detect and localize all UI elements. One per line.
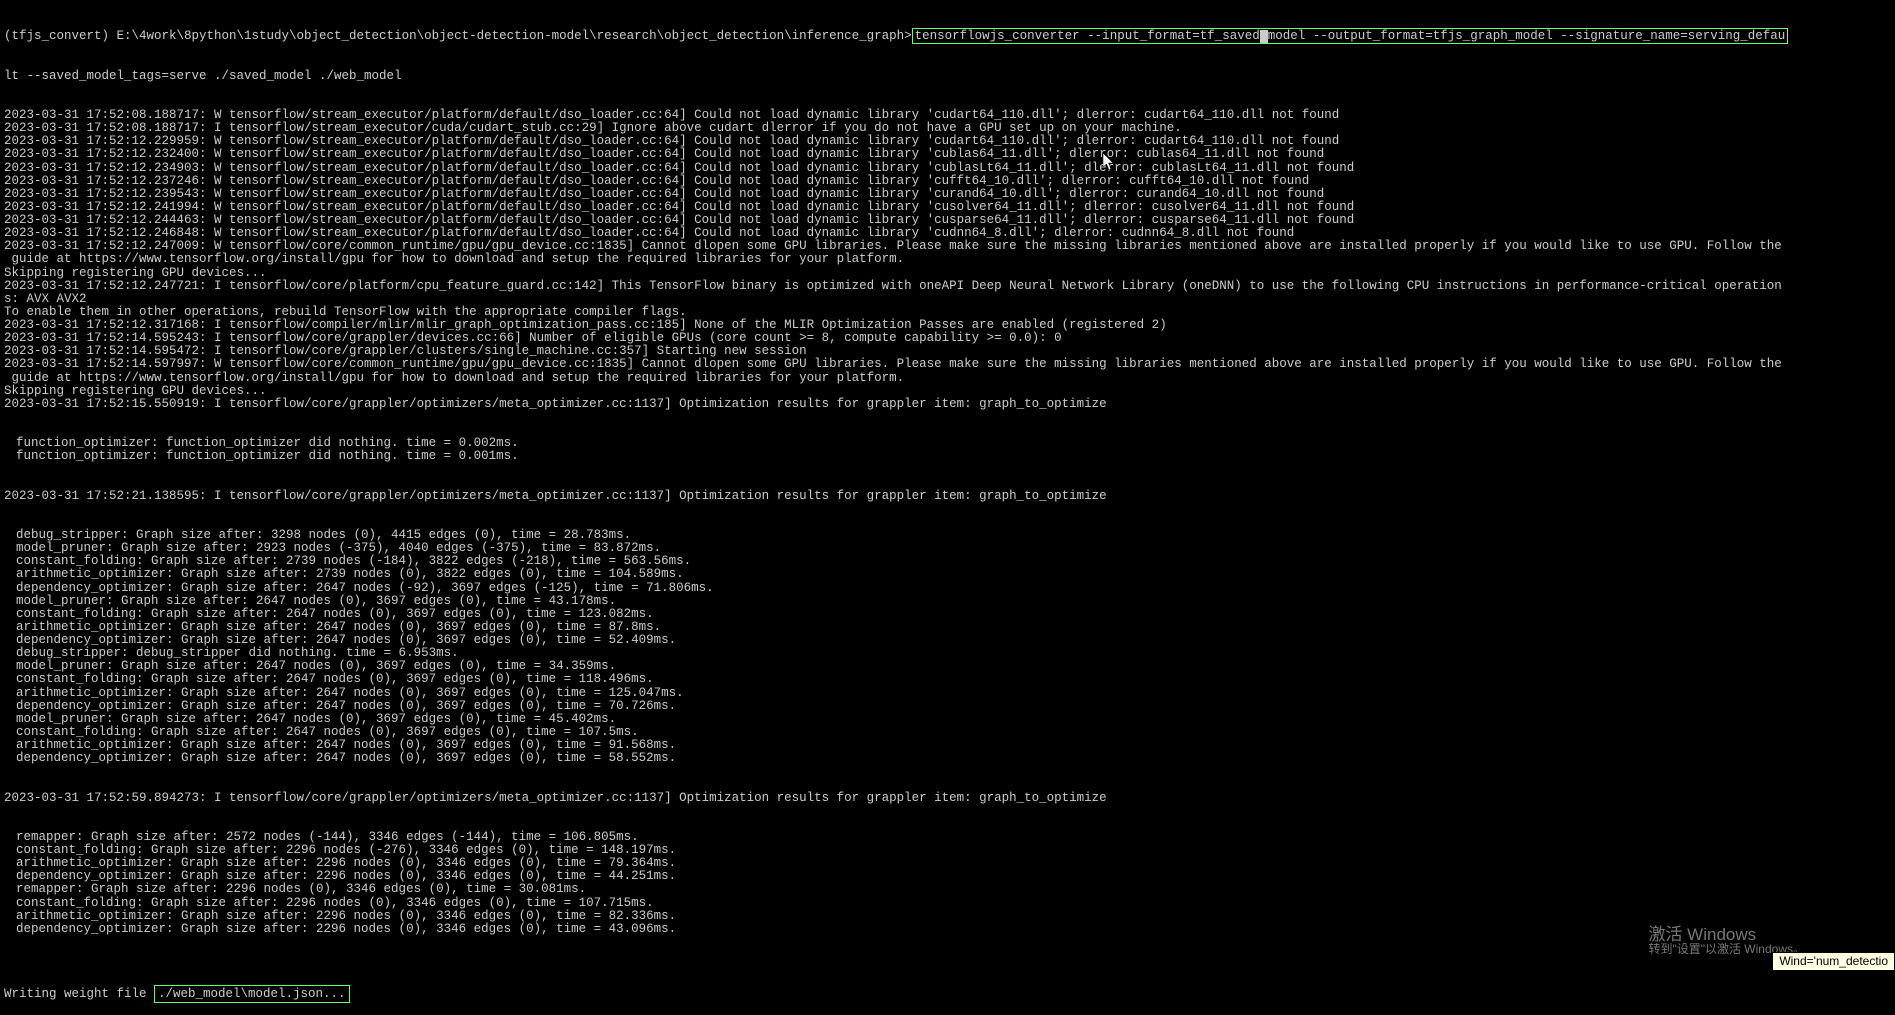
indented-block-3: remapper: Graph size after: 2572 nodes (… <box>4 831 1891 936</box>
log-line: Skipping registering GPU devices... <box>4 385 1891 398</box>
log-line: 2023-03-31 17:52:12.237246: W tensorflow… <box>4 175 1891 188</box>
log-line: guide at https://www.tensorflow.org/inst… <box>4 372 1891 385</box>
log-line: dependency_optimizer: Graph size after: … <box>4 582 1891 595</box>
log-line: 2023-03-31 17:52:12.239543: W tensorflow… <box>4 188 1891 201</box>
log-block-3: 2023-03-31 17:52:59.894273: I tensorflow… <box>4 792 1891 805</box>
log-line: arithmetic_optimizer: Graph size after: … <box>4 910 1891 923</box>
log-line: constant_folding: Graph size after: 2647… <box>4 608 1891 621</box>
log-block-1: 2023-03-31 17:52:08.188717: W tensorflow… <box>4 109 1891 411</box>
log-line: 2023-03-31 17:52:15.550919: I tensorflow… <box>4 398 1891 411</box>
command-highlight: tensorflowjs_converter --input_format=tf… <box>912 28 1789 44</box>
prompt-continuation: lt --saved_model_tags=serve ./saved_mode… <box>4 70 1891 83</box>
log-line: arithmetic_optimizer: Graph size after: … <box>4 568 1891 581</box>
log-line: s: AVX AVX2 <box>4 293 1891 306</box>
tooltip-fragment: Wind='num_detectio <box>1772 952 1895 971</box>
terminal-output[interactable]: (tfjs_convert) E:\4work\8python\1study\o… <box>0 0 1895 971</box>
log-line: dependency_optimizer: Graph size after: … <box>4 923 1891 936</box>
indented-block-1: function_optimizer: function_optimizer d… <box>4 437 1891 463</box>
log-line: Skipping registering GPU devices... <box>4 267 1891 280</box>
log-line: dependency_optimizer: Graph size after: … <box>4 700 1891 713</box>
text-cursor <box>1260 30 1268 43</box>
log-line: 2023-03-31 17:52:21.138595: I tensorflow… <box>4 490 1891 503</box>
log-line: model_pruner: Graph size after: 2647 nod… <box>4 713 1891 726</box>
log-line: function_optimizer: function_optimizer d… <box>4 450 1891 463</box>
log-block-2: 2023-03-31 17:52:21.138595: I tensorflow… <box>4 490 1891 503</box>
log-line: 2023-03-31 17:52:59.894273: I tensorflow… <box>4 792 1891 805</box>
indented-block-2: debug_stripper: Graph size after: 3298 n… <box>4 529 1891 765</box>
log-line: 2023-03-31 17:52:12.232400: W tensorflow… <box>4 148 1891 161</box>
log-line: model_pruner: Graph size after: 2647 nod… <box>4 595 1891 608</box>
log-line: dependency_optimizer: Graph size after: … <box>4 752 1891 765</box>
log-line: remapper: Graph size after: 2296 nodes (… <box>4 883 1891 896</box>
log-line: constant_folding: Graph size after: 2647… <box>4 673 1891 686</box>
log-line: constant_folding: Graph size after: 2296… <box>4 897 1891 910</box>
log-line: guide at https://www.tensorflow.org/inst… <box>4 253 1891 266</box>
log-line: 2023-03-31 17:52:14.597997: W tensorflow… <box>4 358 1891 371</box>
prompt-prefix: (tfjs_convert) E:\4work\8python\1study\o… <box>4 29 912 43</box>
output-path-highlight: ./web_model\model.json... <box>154 985 350 1003</box>
log-line: 2023-03-31 17:52:12.234903: W tensorflow… <box>4 162 1891 175</box>
log-line: 2023-03-31 17:52:12.247721: I tensorflow… <box>4 280 1891 293</box>
writing-line: Writing weight file ./web_model\model.js… <box>4 988 1891 1001</box>
prompt-line: (tfjs_convert) E:\4work\8python\1study\o… <box>4 30 1891 43</box>
log-line: arithmetic_optimizer: Graph size after: … <box>4 687 1891 700</box>
